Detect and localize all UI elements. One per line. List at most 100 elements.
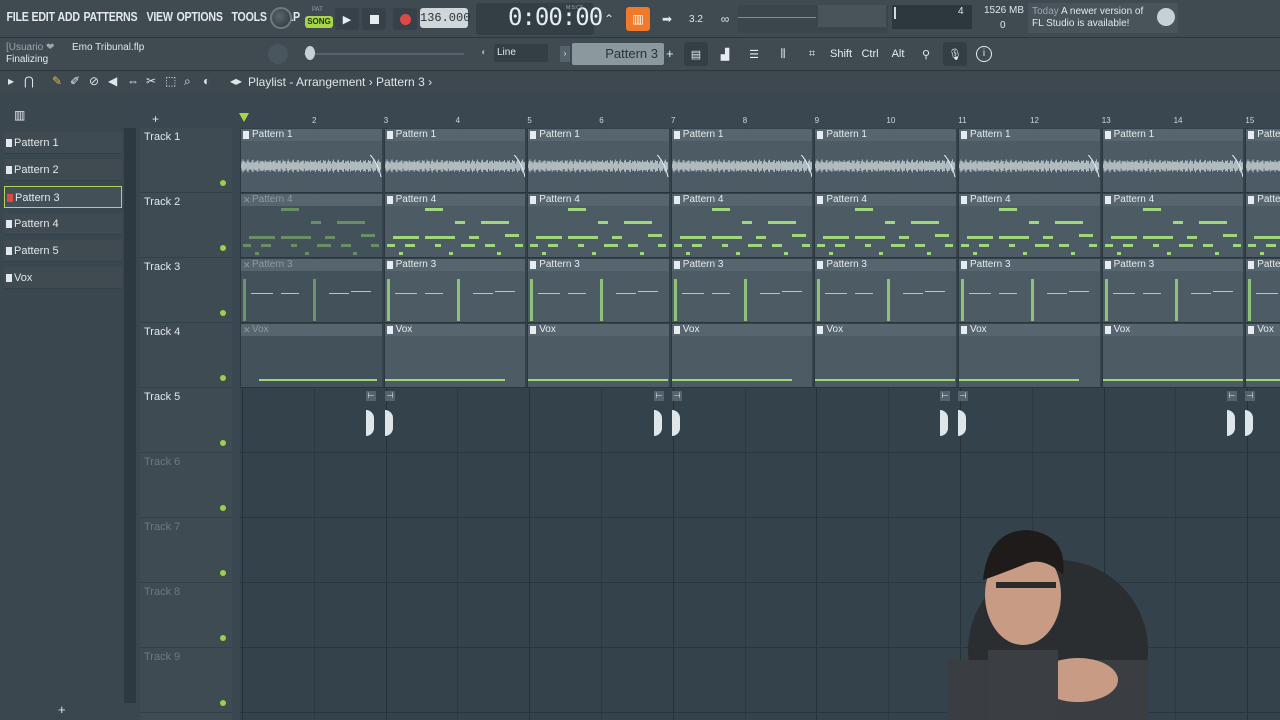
clip-menu-icon[interactable]	[817, 326, 824, 334]
paint-tool-icon[interactable]: ✐	[70, 74, 80, 88]
track-header-9[interactable]: Track 9	[140, 648, 232, 713]
clip-menu-icon[interactable]	[817, 196, 824, 204]
picker-add-button[interactable]: +	[58, 702, 66, 717]
scroll-arrow-icon[interactable]: ◂▸	[230, 74, 242, 88]
clip-menu-icon[interactable]	[1104, 326, 1111, 334]
menu-view[interactable]: VIEW	[144, 9, 175, 24]
playlist-clip[interactable]: Pattern 3	[1245, 259, 1280, 322]
playlist-clip[interactable]: Pattern 1	[814, 129, 956, 192]
clip-menu-icon[interactable]	[1248, 196, 1255, 204]
channel-rack-button[interactable]: ☰	[742, 42, 766, 66]
playlist-clip[interactable]: Pattern 1	[1245, 129, 1280, 192]
pattern-selector[interactable]: Pattern 3	[572, 43, 664, 65]
menu-edit[interactable]: EDIT	[29, 9, 57, 24]
track-header-2[interactable]: Track 2	[140, 193, 232, 258]
slice-tool-icon[interactable]: ✂	[146, 74, 156, 88]
clip-menu-icon[interactable]	[1104, 196, 1111, 204]
playlist-clip[interactable]: Pattern 4	[814, 194, 956, 257]
clip-menu-icon[interactable]	[386, 131, 393, 139]
playlist-clip[interactable]: Vox	[958, 324, 1100, 387]
clip-menu-icon[interactable]	[386, 261, 393, 269]
microphone-button[interactable]: 🎙	[943, 42, 967, 66]
playlist-menu-arrow-icon[interactable]: ▸	[8, 74, 14, 88]
playlist-clip[interactable]: Pattern 1	[383, 129, 526, 192]
play-button[interactable]: ▶	[335, 8, 359, 30]
playlist-clip[interactable]: Pattern 4 ✕	[240, 194, 382, 257]
playlist-button[interactable]: ▤	[684, 42, 708, 66]
muted-clip-icon[interactable]: ✕	[243, 326, 251, 335]
master-volume-knob[interactable]	[270, 7, 292, 29]
playlist-clip[interactable]: Pattern 4	[1101, 194, 1244, 257]
playlist-clip[interactable]: Pattern 4	[670, 194, 813, 257]
picker-scrollbar[interactable]	[124, 128, 136, 703]
track-mute-led[interactable]	[220, 570, 226, 576]
mute-tool-icon[interactable]: ◀	[108, 74, 117, 88]
clip-menu-icon[interactable]	[673, 261, 680, 269]
clip-menu-icon[interactable]	[961, 326, 967, 334]
plugin-picker-button[interactable]: ⚲	[914, 42, 938, 66]
clip-marker-icon[interactable]: ⊣	[958, 391, 968, 401]
track-mute-led[interactable]	[220, 180, 226, 186]
clip-menu-icon[interactable]	[961, 261, 967, 269]
clip-menu-icon[interactable]	[673, 326, 680, 334]
clip-menu-icon[interactable]	[1248, 326, 1255, 334]
shift-key[interactable]: Shift	[828, 42, 854, 66]
track-mute-led[interactable]	[220, 635, 226, 641]
playlist-clip[interactable]: Vox	[1101, 324, 1244, 387]
clip-menu-icon[interactable]	[1248, 261, 1255, 269]
clip-menu-icon[interactable]	[1104, 261, 1111, 269]
countdown-button[interactable]: 3.2	[684, 7, 708, 31]
clip-marker-icon[interactable]: ⊣	[1245, 391, 1255, 401]
clip-menu-icon[interactable]	[817, 131, 824, 139]
track-mute-led[interactable]	[220, 245, 226, 251]
clip-menu-icon[interactable]	[961, 196, 967, 204]
clip-menu-icon[interactable]	[386, 326, 393, 334]
playlist-clip[interactable]: Pattern 3 ✕	[240, 259, 382, 322]
playlist-clip[interactable]: Pattern 1	[240, 129, 382, 192]
update-globe-icon[interactable]	[1157, 8, 1175, 26]
browser-button[interactable]: ⌗	[800, 42, 824, 66]
timeline-ruler[interactable]	[240, 114, 1280, 128]
playback-tool-icon[interactable]: ◐	[203, 74, 210, 88]
picker-item-pattern-5[interactable]: Pattern 5	[4, 240, 122, 262]
playhead-marker[interactable]	[239, 113, 249, 122]
track-header-5[interactable]: Track 5	[140, 388, 232, 453]
menu-options[interactable]: OPTIONS	[174, 9, 225, 24]
track-mute-led[interactable]	[220, 375, 226, 381]
clip-menu-icon[interactable]	[530, 131, 537, 139]
piano-roll-button[interactable]: ▟	[713, 42, 737, 66]
zoom-tool-icon[interactable]: ⌕	[184, 74, 191, 89]
track-header-1[interactable]: Track 1	[140, 128, 232, 193]
track-mute-led[interactable]	[220, 440, 226, 446]
draw-tool-icon[interactable]: ✎	[52, 74, 62, 88]
add-pattern-button[interactable]: +	[666, 46, 674, 61]
picker-item-pattern-3[interactable]: Pattern 3	[4, 186, 122, 208]
clip-marker-icon[interactable]: ⊢	[940, 391, 950, 401]
song-mode-toggle[interactable]: SONG	[305, 16, 333, 28]
clip-menu-icon[interactable]	[673, 196, 680, 204]
playlist-clip[interactable]: Vox	[1245, 324, 1280, 387]
playlist-clip[interactable]: Pattern 3	[814, 259, 956, 322]
clip-marker-icon[interactable]: ⊣	[672, 391, 682, 401]
playlist-clip[interactable]: Pattern 3	[670, 259, 813, 322]
metronome-button[interactable]: ⌃	[597, 7, 621, 31]
clip-marker-icon[interactable]: ⊢	[366, 391, 376, 401]
clip-menu-icon[interactable]	[673, 131, 680, 139]
clip-menu-icon[interactable]	[1248, 131, 1255, 139]
playlist-clip[interactable]: Pattern 4	[383, 194, 526, 257]
tempo-display[interactable]: 136.000	[420, 8, 470, 28]
picker-item-vox[interactable]: Vox	[4, 267, 122, 289]
delete-tool-icon[interactable]: ⊘	[89, 74, 99, 88]
slip-tool-icon[interactable]: ⇔	[127, 74, 139, 88]
clip-menu-icon[interactable]	[530, 196, 537, 204]
picker-item-pattern-2[interactable]: Pattern 2	[4, 159, 122, 181]
muted-clip-icon[interactable]: ✕	[243, 261, 251, 270]
master-slider-track[interactable]	[304, 53, 464, 55]
muted-clip-icon[interactable]: ✕	[243, 196, 251, 205]
track-mute-led[interactable]	[220, 505, 226, 511]
clip-marker-icon[interactable]: ⊢	[654, 391, 664, 401]
clip-menu-icon[interactable]	[530, 261, 537, 269]
ctrl-key[interactable]: Ctrl	[858, 42, 882, 66]
playlist-clip[interactable]: Vox	[814, 324, 956, 387]
track-header-6[interactable]: Track 6	[140, 453, 232, 518]
